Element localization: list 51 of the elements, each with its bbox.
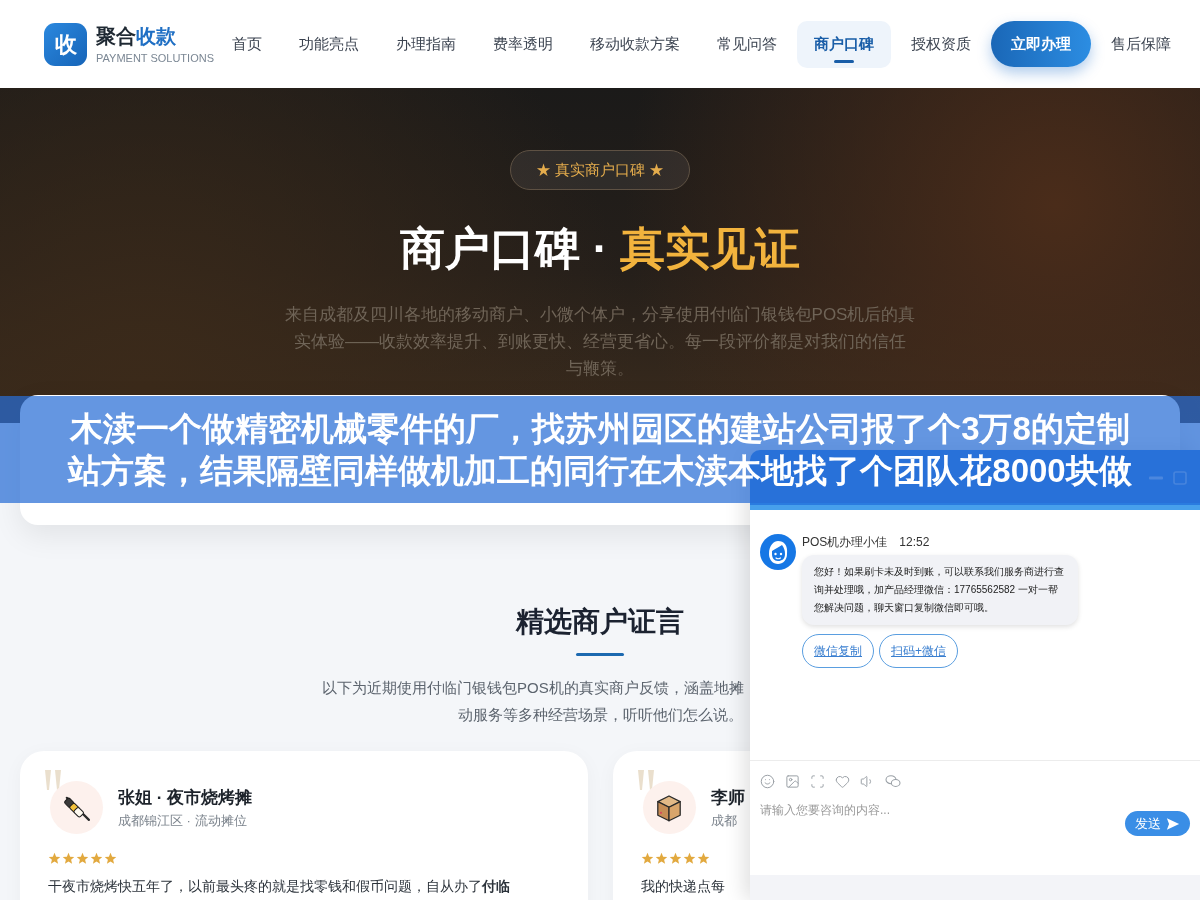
message-time: 12:52	[899, 534, 930, 550]
nav-tab[interactable]: 商户口碑	[796, 20, 891, 68]
merchant-location: 成都	[710, 811, 737, 829]
star-icon	[76, 852, 89, 865]
merchant-name: 张姐 · 夜市烧烤摊	[118, 786, 253, 809]
star-icon	[104, 852, 117, 865]
agent-avatar-icon	[760, 534, 796, 570]
testimonial-text: 干夜市烧烤快五年了，以前最头疼的就是找零钱和假币问题，自从办了付临	[48, 877, 510, 896]
star-icon	[654, 852, 668, 865]
heart-icon[interactable]	[835, 773, 850, 789]
apply-now-button[interactable]: 立即办理	[990, 21, 1091, 67]
quote-mark-icon	[635, 770, 656, 790]
screenshot-icon[interactable]	[810, 773, 825, 789]
nav-tab[interactable]: 首页	[214, 20, 279, 68]
message-bubble: 您好！如果刷卡未及时到账，可以联系我们服务商进行查询并处理哦，加产品经理微信：17765562582 一对一帮您解决问题，聊天窗口复制微信即可哦。	[802, 555, 1078, 625]
star-icon	[682, 852, 696, 865]
logo-mark[interactable]: 收	[44, 22, 87, 66]
merchant-location: 成都锦江区 · 流动摊位	[118, 811, 247, 829]
star-icon	[48, 852, 61, 865]
section-subtitle: 以下为近期使用付临门银钱包POS机的真实商户反馈，涵盖地摊	[322, 678, 744, 698]
nav-tab[interactable]: 办理指南	[378, 20, 473, 68]
nav-tab[interactable]: 售后保障	[1093, 20, 1188, 68]
testimonial-text: 我的快递点每	[640, 877, 725, 896]
package-box-icon	[642, 781, 696, 834]
section-title: 精选商户证言	[516, 605, 684, 639]
nav-tab[interactable]: 费率透明	[475, 20, 570, 68]
merchant-name: 李师	[710, 786, 745, 809]
hero-title: 商户口碑 · 真实见证	[400, 223, 800, 275]
star-icon	[640, 852, 654, 865]
star-icon	[668, 852, 682, 865]
brand-tagline: PAYMENT SOLUTIONS	[96, 50, 214, 65]
skewer-icon	[50, 781, 103, 834]
section-subtitle: 动服务等多种经营场景，听听他们怎么说。	[457, 705, 743, 725]
chat-bubbles-icon[interactable]	[885, 773, 901, 789]
nav-tab[interactable]: 常见问答	[699, 20, 794, 68]
nav-tab[interactable]: 功能亮点	[281, 20, 376, 68]
hero-description: 来自成都及四川各地的移动商户、小微个体户，分享使用付临门银钱包POS机后的真 实体验——收款效率提升、到账更快、经营更省心。每一段评价都是对我们的信任 与鞭策。	[284, 304, 916, 380]
message-input[interactable]: 请输入您要咨询的内容...	[760, 801, 1115, 857]
nav-tab[interactable]: 授权资质	[893, 20, 988, 68]
send-icon	[1166, 816, 1180, 831]
image-icon[interactable]	[785, 773, 800, 789]
banner-text: 木渎一个做精密机械零件的厂，找苏州园区的建站公司报了个3万8的定制 站方案，结果隔壁同样做机加工的同行在木渎本地找了个团队花8000块做	[68, 408, 1132, 491]
emoji-icon[interactable]	[760, 773, 775, 789]
star-icon	[696, 852, 710, 865]
star-icon	[62, 852, 75, 865]
quote-mark-icon	[43, 770, 63, 790]
agent-name: POS机办理小佳	[802, 534, 888, 550]
brand-name: 聚合收款	[96, 23, 177, 48]
section-tag: ★ 真实商户口碑 ★	[509, 150, 691, 190]
star-icon	[90, 852, 103, 865]
nav-tab[interactable]: 移动收款方案	[572, 20, 697, 68]
